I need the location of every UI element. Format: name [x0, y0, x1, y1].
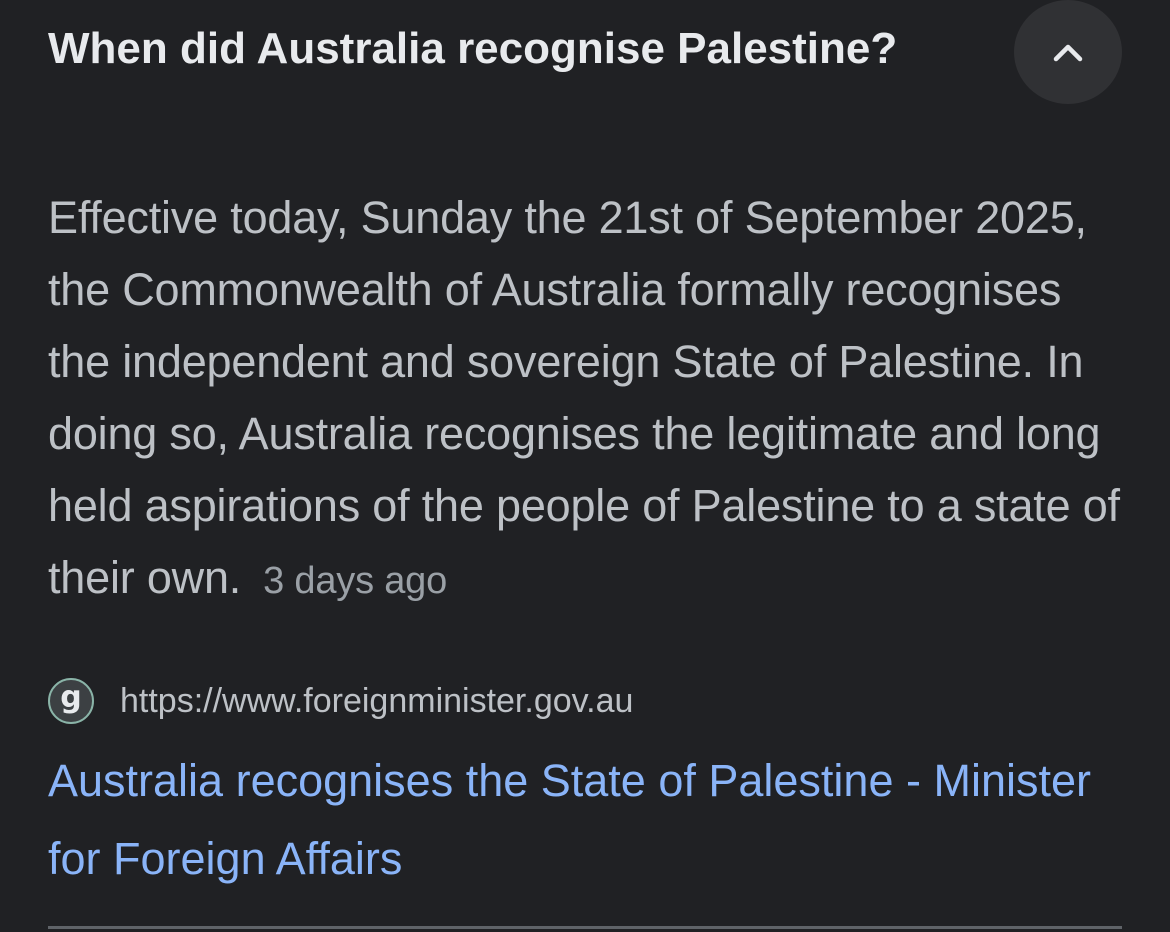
- answer-text: Effective today, Sunday the 21st of Sept…: [48, 192, 1120, 603]
- source-url[interactable]: https://www.foreignminister.gov.au: [120, 682, 633, 721]
- result-title-link[interactable]: Australia recognises the State of Palest…: [48, 742, 1128, 898]
- divider: [48, 926, 1122, 929]
- chevron-up-icon: [1053, 44, 1083, 62]
- favicon-letter: g: [60, 680, 82, 715]
- question-title[interactable]: When did Australia recognise Palestine?: [48, 22, 897, 76]
- answer-snippet: Effective today, Sunday the 21st of Sept…: [48, 182, 1128, 617]
- answer-date: 3 days ago: [263, 560, 448, 602]
- question-header[interactable]: When did Australia recognise Palestine?: [48, 0, 1122, 104]
- site-favicon-icon: g: [48, 678, 94, 724]
- collapse-button[interactable]: [1014, 0, 1122, 104]
- source-row[interactable]: g https://www.foreignminister.gov.au: [48, 676, 633, 726]
